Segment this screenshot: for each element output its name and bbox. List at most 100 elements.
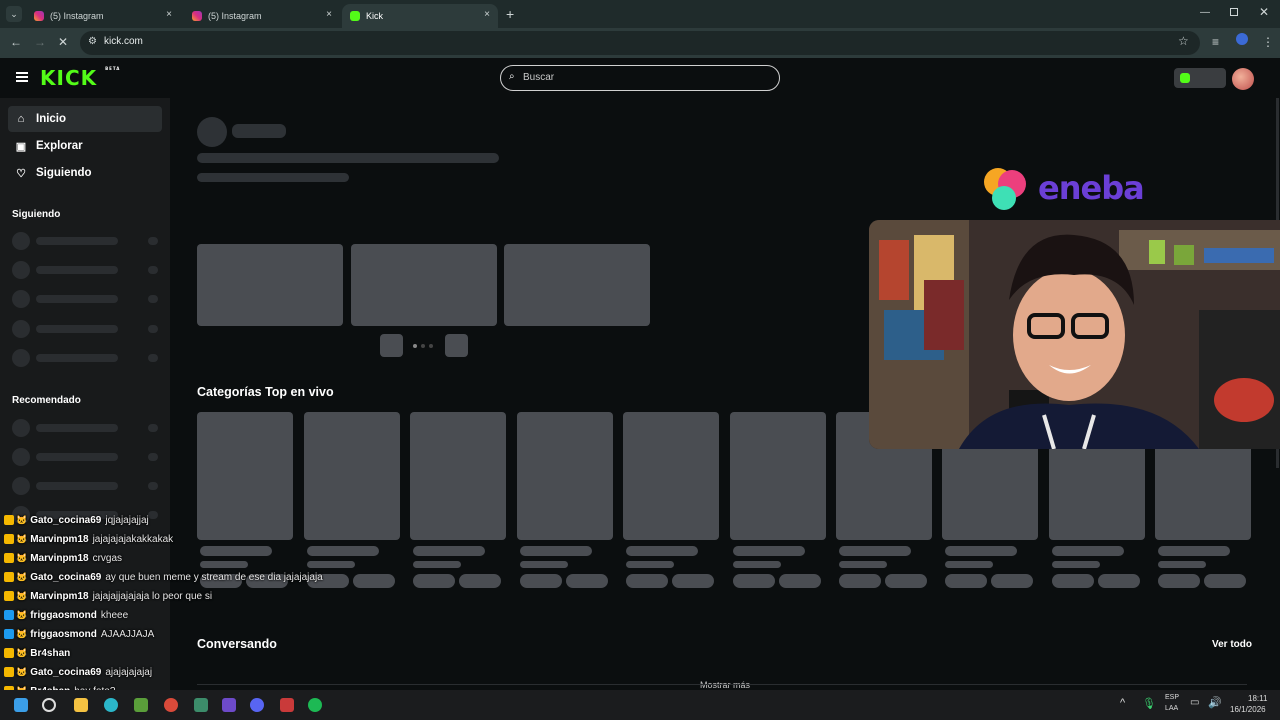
clock-date[interactable]: 16/1/2026 — [1230, 705, 1266, 714]
profile-icon[interactable] — [1236, 33, 1248, 45]
recommended-skeleton-row — [12, 419, 162, 437]
browser-menu-icon[interactable]: ⋮ — [1262, 35, 1274, 49]
chat-username[interactable]: Marvinpm18 — [30, 591, 88, 602]
chat-text: ay que buen meme y stream de ese dia jaj… — [105, 571, 323, 583]
microphone-icon[interactable]: 🎙 — [1142, 697, 1156, 710]
search-icon[interactable] — [42, 698, 56, 712]
category-tag-skeleton — [945, 574, 987, 588]
chat-username[interactable]: Br4shan — [30, 648, 70, 659]
beta-badge: BETA — [105, 66, 121, 71]
forward-icon[interactable]: → — [34, 35, 46, 49]
featured-avatar-skeleton — [197, 117, 227, 147]
carousel-next-button[interactable] — [445, 334, 468, 357]
category-card[interactable] — [730, 412, 826, 540]
clock-time[interactable]: 18:11 — [1248, 694, 1267, 703]
kick-logo[interactable]: KICK BETA — [40, 66, 120, 90]
language-indicator[interactable]: ESP — [1165, 694, 1179, 701]
chat-username[interactable]: Gato_cocina69 — [30, 515, 101, 526]
hamburger-menu-icon[interactable] — [16, 72, 28, 82]
url-text: kick.com — [104, 36, 143, 47]
tab-title: Kick — [366, 11, 384, 21]
minecraft-icon[interactable] — [134, 698, 148, 712]
close-window-icon[interactable]: ✕ — [1259, 5, 1269, 19]
chat-text: crvgas — [92, 552, 123, 564]
search-box[interactable]: ⌕ Buscar — [500, 65, 780, 91]
tab-kick[interactable]: Kick × — [342, 4, 498, 28]
proton-icon[interactable] — [222, 698, 236, 712]
home-icon: ⌂ — [17, 113, 25, 125]
close-tab-icon[interactable]: × — [484, 9, 490, 20]
chat-username[interactable]: friggaosmond — [30, 629, 97, 640]
restore-icon[interactable] — [1230, 8, 1238, 16]
spotify-icon[interactable] — [308, 698, 322, 712]
chat-emote-icon: 🐱 — [16, 628, 28, 639]
category-tag-skeleton — [626, 574, 668, 588]
conversations-heading: Conversando — [197, 637, 277, 651]
app-icon[interactable] — [280, 698, 294, 712]
category-viewers-skeleton — [413, 561, 461, 568]
category-card[interactable] — [197, 412, 293, 540]
recommended-skeleton-row — [12, 477, 162, 495]
app-icon[interactable] — [194, 698, 208, 712]
chat-text: jqjajajajjaj — [105, 514, 149, 526]
show-hidden-icons-icon[interactable]: ^ — [1120, 697, 1125, 709]
chat-message: 🐱 Br4shan — [4, 645, 74, 661]
chat-message: 🐱 Marvinpm18 jajajajjajajaja lo peor que s… — [4, 588, 212, 604]
file-explorer-icon[interactable] — [74, 698, 88, 712]
windows-start-icon[interactable] — [14, 698, 28, 712]
chat-message: 🐱 friggaosmond kheee — [4, 607, 128, 623]
avatar[interactable] — [1232, 68, 1254, 90]
category-viewers-skeleton — [520, 561, 568, 568]
featured-name-skeleton — [232, 124, 286, 138]
search-input[interactable]: Buscar — [523, 72, 554, 83]
chat-message: 🐱 Marvinpm18 crvgas — [4, 550, 122, 566]
discord-icon[interactable] — [250, 698, 264, 712]
category-name-skeleton — [626, 546, 698, 556]
sidebar-item-explorar[interactable]: ▣ Explorar — [8, 133, 162, 159]
category-viewers-skeleton — [1158, 561, 1206, 568]
sidebar-item-label: Siguiendo — [36, 167, 92, 179]
back-icon[interactable]: ← — [10, 35, 22, 49]
tab-instagram-2[interactable]: (5) Instagram × — [184, 4, 340, 28]
category-tag-skeleton — [1204, 574, 1246, 588]
reading-list-icon[interactable]: ≡ — [1212, 35, 1219, 49]
category-card[interactable] — [517, 412, 613, 540]
category-card[interactable] — [304, 412, 400, 540]
site-info-icon[interactable]: ⚙ — [88, 36, 97, 47]
chat-text: AJAAJJAJA — [100, 628, 155, 640]
stop-loading-icon[interactable]: ✕ — [58, 35, 68, 49]
category-tag-skeleton — [1158, 574, 1200, 588]
close-tab-icon[interactable]: × — [326, 9, 332, 20]
new-tab-button[interactable]: + — [506, 6, 514, 22]
chat-username[interactable]: friggaosmond — [30, 610, 97, 621]
see-all-link[interactable]: Ver todo — [1212, 639, 1252, 650]
minimize-icon[interactable]: — — [1200, 7, 1210, 18]
carousel-prev-button[interactable] — [380, 334, 403, 357]
address-bar[interactable]: ⚙ kick.com ☆ — [80, 31, 1200, 55]
carousel-card-skeleton — [351, 244, 497, 326]
chat-username[interactable]: Marvinpm18 — [30, 553, 88, 564]
chat-username[interactable]: Gato_cocina69 — [30, 667, 101, 678]
keyboard-layout[interactable]: LAA — [1165, 705, 1178, 712]
close-tab-icon[interactable]: × — [166, 9, 172, 20]
following-skeleton-row — [12, 349, 162, 367]
following-skeleton-row — [12, 290, 162, 308]
category-tag-skeleton — [413, 574, 455, 588]
login-button-skeleton[interactable] — [1174, 68, 1226, 88]
network-icon[interactable]: ▭ — [1190, 697, 1199, 708]
chat-username[interactable]: Gato_cocina69 — [30, 572, 101, 583]
top-categories-heading: Categorías Top en vivo — [197, 385, 334, 399]
chat-username[interactable]: Marvinpm18 — [30, 534, 88, 545]
category-card[interactable] — [410, 412, 506, 540]
sidebar-item-siguiendo[interactable]: ♡ Siguiendo — [8, 160, 162, 186]
category-card[interactable] — [623, 412, 719, 540]
sidebar-item-inicio[interactable]: ⌂ Inicio — [8, 106, 162, 132]
tab-search-button[interactable]: ⌄ — [6, 6, 22, 22]
show-more-button[interactable]: Mostrar más — [700, 680, 750, 690]
tab-instagram-1[interactable]: (5) Instagram × — [26, 4, 180, 28]
carousel-card-skeleton — [197, 244, 343, 326]
chrome-icon[interactable] — [164, 698, 178, 712]
volume-icon[interactable]: 🔊 — [1208, 696, 1222, 709]
bookmark-star-icon[interactable]: ☆ — [1178, 34, 1189, 48]
edge-icon[interactable] — [104, 698, 118, 712]
